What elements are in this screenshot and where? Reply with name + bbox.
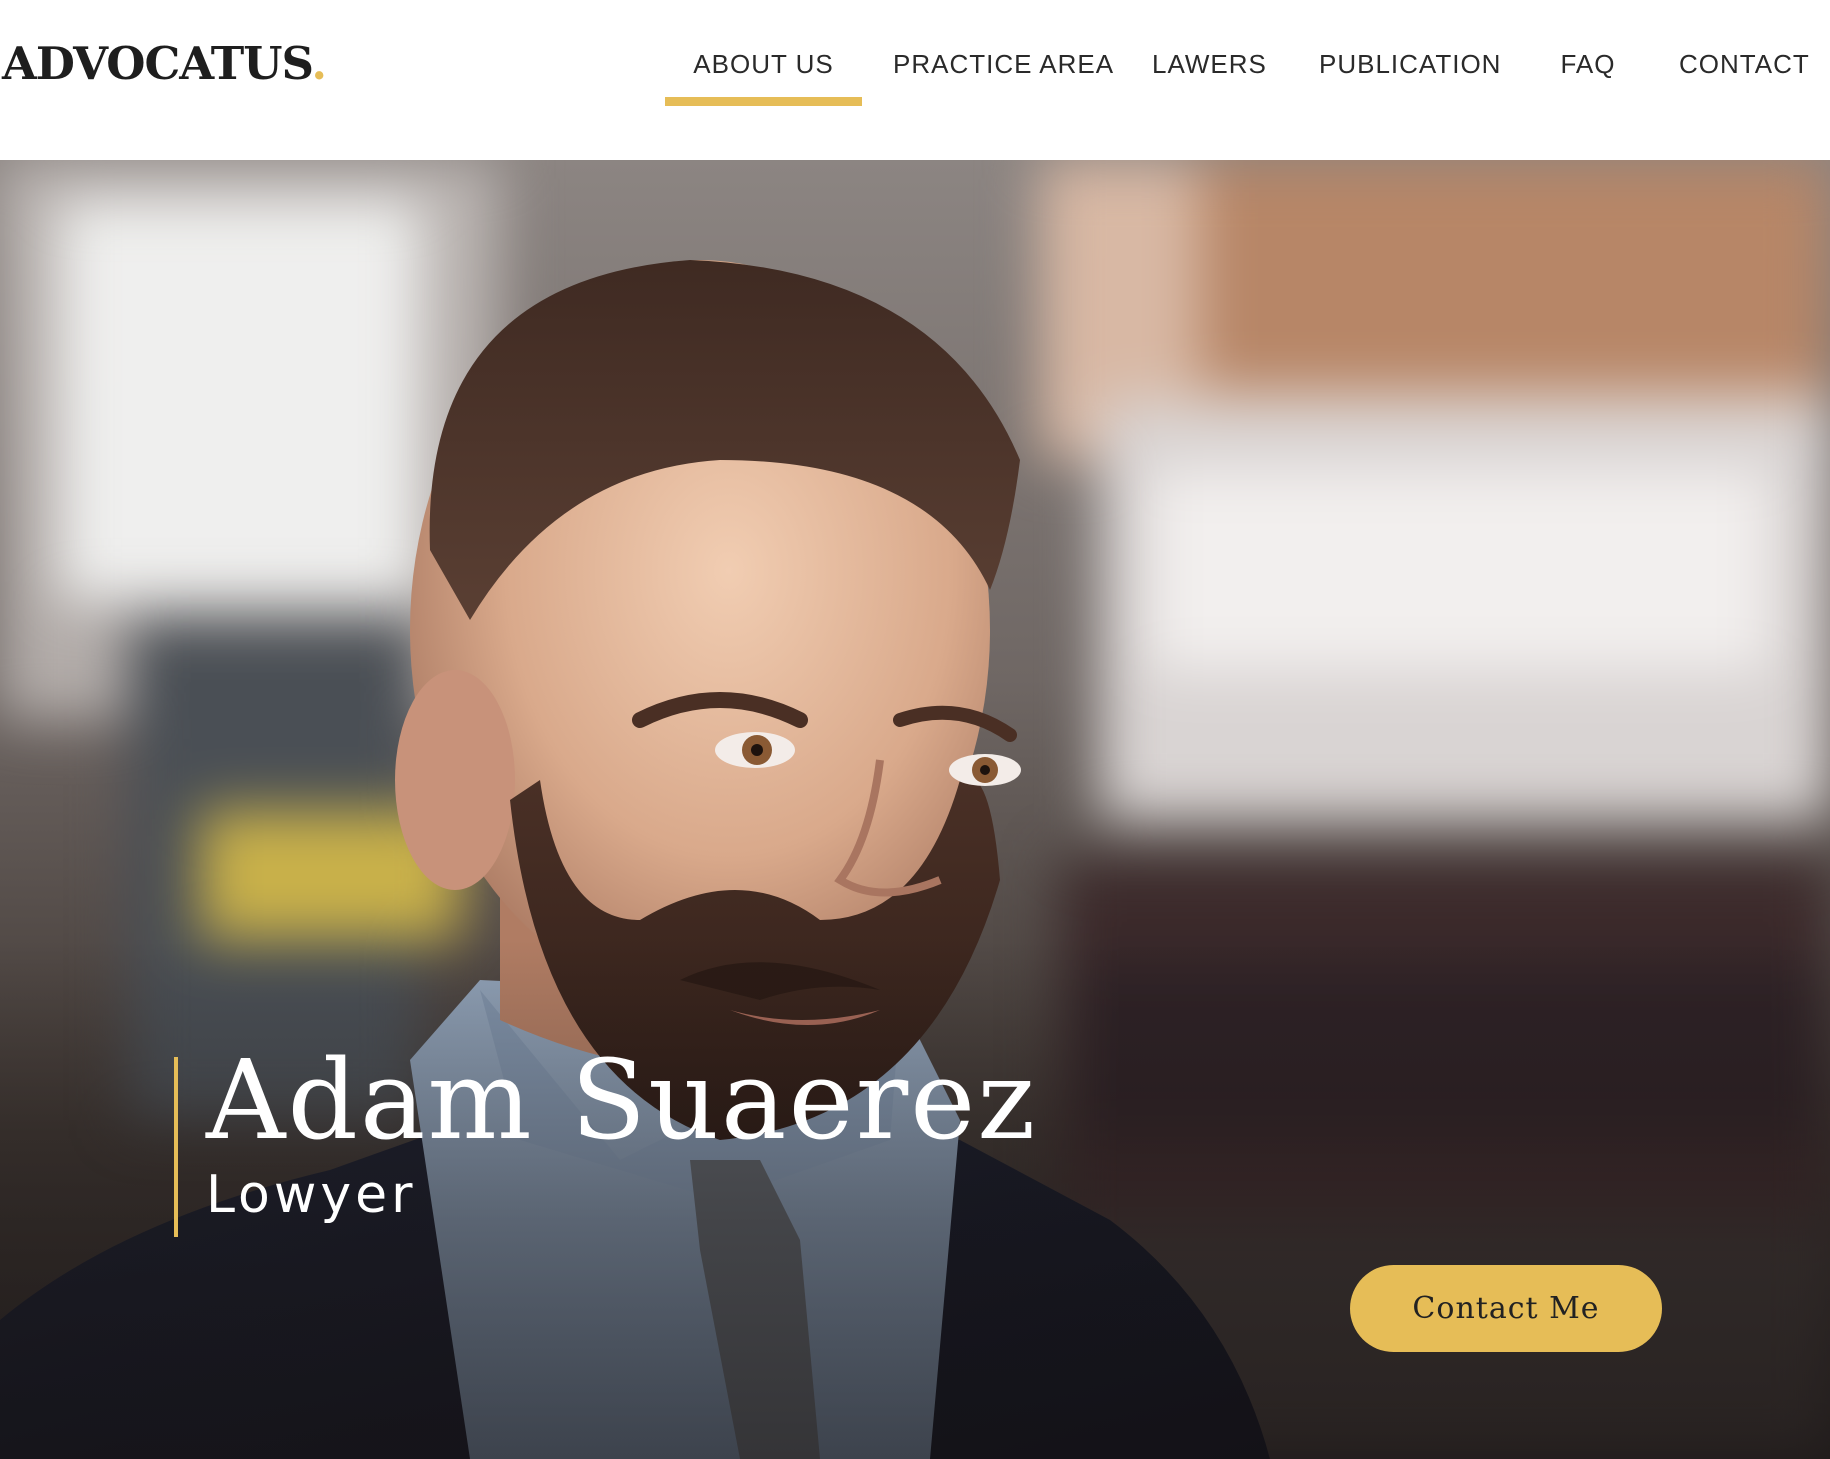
main-navigation: ABOUT US PRACTICE AREA LAWERS PUBLICATIO… [0, 0, 1830, 110]
nav-item-contact[interactable]: CONTACT [1679, 40, 1809, 110]
lawyer-title: Lowyer [206, 1165, 417, 1225]
nav-item-about-us[interactable]: ABOUT US [665, 40, 862, 110]
nav-item-publication[interactable]: PUBLICATION [1319, 40, 1500, 110]
nav-item-lawers[interactable]: LAWERS [1152, 40, 1266, 110]
site-header: ADVOCATUS. ABOUT US PRACTICE AREA LAWERS… [0, 0, 1830, 160]
lawyer-name: Adam Suaerez [206, 1036, 1038, 1164]
lawyer-name-block: Adam Suaerez Lowyer [174, 1041, 1037, 1237]
nav-item-practice-area[interactable]: PRACTICE AREA [893, 40, 1113, 110]
nav-item-faq[interactable]: FAQ [1560, 40, 1616, 110]
hero-section: Adam Suaerez Lowyer Contact Me [0, 160, 1830, 1459]
contact-me-button[interactable]: Contact Me [1350, 1265, 1662, 1352]
